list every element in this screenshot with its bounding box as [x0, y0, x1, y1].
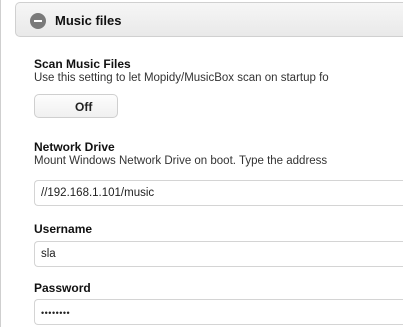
section-title: Music files [55, 13, 122, 28]
username-label: Username [34, 222, 93, 236]
toggle-state-label: Off [75, 100, 93, 114]
username-input[interactable]: sla [34, 241, 403, 267]
settings-panel: Music files Scan Music Files Use this se… [0, 0, 403, 327]
collapse-icon[interactable] [30, 13, 46, 29]
network-drive-input[interactable]: //192.168.1.101/music [34, 180, 403, 206]
network-drive-label: Network Drive [34, 140, 115, 154]
music-files-section-header[interactable]: Music files [15, 2, 403, 37]
scan-music-files-toggle[interactable]: Off [34, 94, 118, 118]
password-label: Password [34, 281, 91, 295]
scan-music-files-description: Use this setting to let Mopidy/MusicBox … [34, 72, 329, 84]
network-drive-description: Mount Windows Network Drive on boot. Typ… [34, 155, 328, 167]
password-input[interactable]: •••••••• [34, 299, 403, 325]
scan-music-files-label: Scan Music Files [34, 57, 131, 71]
